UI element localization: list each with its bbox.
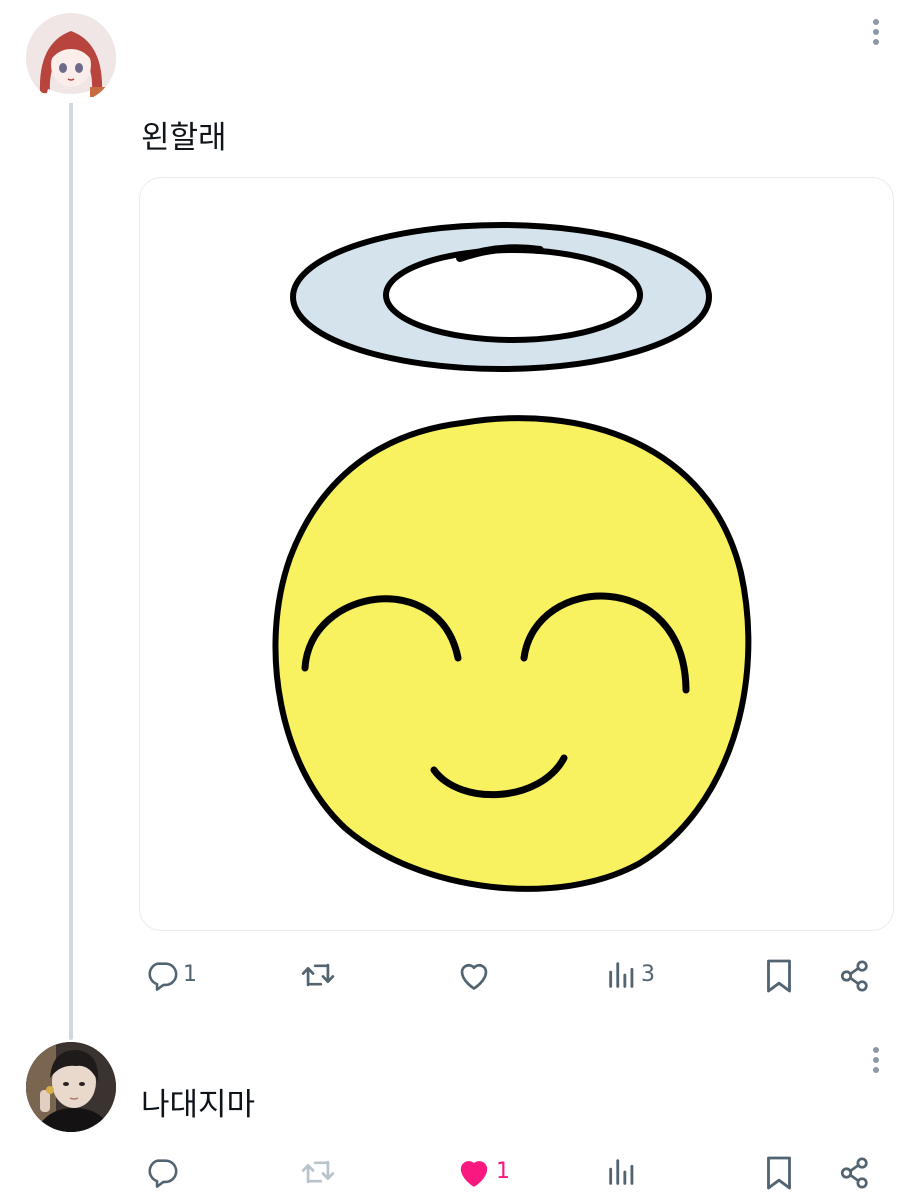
avatar[interactable]: [26, 13, 116, 103]
repost-icon: [301, 963, 335, 987]
like-count: 1: [496, 1159, 510, 1184]
reply-icon: [148, 1159, 178, 1188]
bookmark-icon: [767, 959, 791, 993]
avatar[interactable]: [26, 1042, 116, 1132]
like-button[interactable]: [456, 958, 492, 992]
reply-button[interactable]: 1: [145, 958, 197, 992]
view-count: 3: [641, 962, 655, 987]
repost-icon: [301, 1160, 335, 1184]
share-button[interactable]: [838, 1155, 872, 1191]
reply-icon: [148, 962, 178, 991]
angel-smiley-image: [272, 222, 752, 892]
views-button[interactable]: [607, 1155, 637, 1189]
share-button[interactable]: [838, 958, 872, 994]
post-image[interactable]: [139, 177, 894, 931]
views-button[interactable]: 3: [607, 958, 655, 992]
reply-count: 1: [183, 962, 197, 987]
views-icon: [609, 1159, 634, 1185]
bookmark-icon: [767, 1156, 791, 1190]
more-vertical-icon: [873, 19, 879, 45]
repost-button[interactable]: [299, 1155, 337, 1189]
more-options-button[interactable]: [861, 12, 891, 52]
red-haired-anime-avatar-icon: [26, 13, 116, 103]
more-options-button[interactable]: [861, 1040, 891, 1080]
views-icon: [609, 962, 634, 988]
heart-icon: [460, 1161, 488, 1187]
reply-button[interactable]: [145, 1155, 179, 1189]
heart-icon: [460, 963, 488, 990]
bookmark-button[interactable]: [764, 1155, 794, 1191]
post-text: 왼할래: [141, 120, 227, 156]
person-photo-avatar-icon: [26, 1042, 116, 1132]
bookmark-button[interactable]: [764, 958, 794, 994]
share-icon: [840, 1157, 868, 1189]
thread-connector-line: [69, 98, 73, 1040]
share-icon: [840, 960, 868, 992]
post-text: 나대지마: [141, 1087, 256, 1123]
repost-button[interactable]: [299, 958, 337, 992]
like-button[interactable]: 1: [456, 1155, 510, 1189]
more-vertical-icon: [873, 1047, 879, 1073]
